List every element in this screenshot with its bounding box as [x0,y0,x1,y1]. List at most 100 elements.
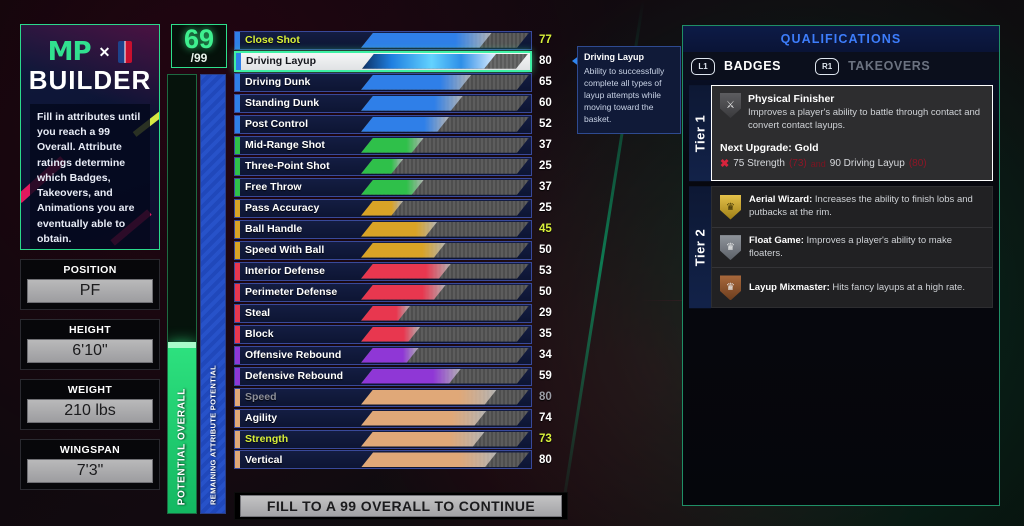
mp-builder-card: MP ✕ BUILDER Fill in attributes until yo… [20,24,160,250]
info-card-weight[interactable]: WEIGHT 210 lbs [20,379,160,430]
attribute-row[interactable]: Vertical 80 [234,450,572,471]
attribute-chip[interactable]: Agility [234,408,532,428]
potential-overall-meter: POTENTIAL OVERALL [167,74,197,514]
overall-max: /99 [190,51,208,65]
meter-glow [168,342,196,349]
badge-row[interactable]: ♛ Aerial Wizard: Increases the ability to… [712,187,992,228]
attribute-chip[interactable]: Driving Layup [234,50,532,72]
attribute-row[interactable]: Driving Layup 80 [234,50,580,72]
attribute-chip[interactable]: Free Throw [234,177,532,197]
attribute-row[interactable]: Ball Handle 45 [234,219,572,240]
attribute-row[interactable]: Standing Dunk 60 [234,93,572,114]
r1-bumper-icon[interactable]: R1 [815,57,840,75]
badge-card-physical-finisher[interactable]: ⚔ Physical Finisher Improves a player's … [711,85,993,182]
attribute-chip[interactable]: Speed With Ball [234,240,532,260]
attribute-chip[interactable]: Block [234,324,532,344]
requirement-2-current: (80) [908,158,927,170]
attribute-track [361,75,529,90]
tier1-body: ⚔ Physical Finisher Improves a player's … [711,85,993,182]
attribute-row[interactable]: Speed With Ball 50 [234,240,572,261]
attribute-row[interactable]: Interior Defense 53 [234,261,572,282]
tier2-badge-list: ♛ Aerial Wizard: Increases the ability to… [711,186,993,309]
badge-name: Float Game: [749,234,804,246]
qualifications-tabs[interactable]: L1 BADGES R1 TAKEOVERS [683,52,999,80]
attribute-name: Perimeter Defense [245,286,338,299]
attribute-track [361,33,529,48]
attribute-chip[interactable]: Vertical [234,450,532,470]
info-card-label: HEIGHT [68,324,112,336]
overall-meter-column: 69 /99 POTENTIAL OVERALL REMAINING ATTRI… [167,24,229,514]
attribute-chip[interactable]: Driving Dunk [234,72,532,92]
attribute-chip[interactable]: Defensive Rebound [234,366,532,386]
tab-badges[interactable]: BADGES [724,59,781,73]
attribute-row[interactable]: Offensive Rebound 34 [234,345,572,366]
mp-wordmark: MP [47,37,92,67]
continue-button[interactable]: FILL TO A 99 OVERALL TO CONTINUE [234,492,568,520]
attribute-chip[interactable]: Three-Point Shot [234,156,532,176]
attribute-row[interactable]: Defensive Rebound 59 [234,366,572,387]
attribute-chip[interactable]: Close Shot [234,30,532,50]
info-card-height[interactable]: HEIGHT 6'10" [20,319,160,370]
attribute-row[interactable]: Pass Accuracy 25 [234,198,572,219]
attribute-chip[interactable]: Strength [234,429,532,449]
attribute-row[interactable]: Three-Point Shot 25 [234,156,572,177]
nba-logo-icon [118,41,133,63]
attribute-row[interactable]: Perimeter Defense 50 [234,282,572,303]
attribute-name: Interior Defense [245,265,325,278]
attribute-name: Pass Accuracy [245,202,320,215]
badge-row[interactable]: ♛ Layup Mixmaster: Hits fancy layups at a… [712,268,992,307]
attribute-row[interactable]: Close Shot 77 [234,30,572,51]
attribute-track [361,348,529,363]
attribute-fill [361,138,424,153]
attribute-row[interactable]: Agility 74 [234,408,572,429]
attribute-track [361,411,529,426]
attribute-row[interactable]: Driving Dunk 65 [234,72,572,93]
attribute-name: Speed [245,391,277,404]
attribute-list[interactable]: Close Shot 77 Driving Layup 80 Driving Dunk 6… [234,30,580,486]
tab-takeovers[interactable]: TAKEOVERS [848,59,930,73]
attribute-name: Free Throw [245,181,302,194]
attribute-chip[interactable]: Standing Dunk [234,93,532,113]
badge-text: Float Game: Improves a player's ability … [749,235,984,261]
attribute-value: 50 [539,286,552,299]
attribute-value: 25 [539,160,552,173]
attribute-track [361,285,529,300]
attribute-chip[interactable]: Perimeter Defense [234,282,532,302]
next-upgrade-requirements: ✖ 75 Strength (73) and 90 Driving Layup … [720,157,984,170]
tier2-block: Tier 2 ♛ Aerial Wizard: Increases the abi… [689,186,993,309]
attribute-chip[interactable]: Pass Accuracy [234,198,532,218]
attribute-fill [361,306,410,321]
attribute-chip[interactable]: Interior Defense [234,261,532,281]
badge-name: Layup Mixmaster: [749,281,830,293]
attribute-name: Mid-Range Shot [245,139,325,152]
attribute-row[interactable]: Free Throw 37 [234,177,572,198]
attribute-row[interactable]: Steal 29 [234,303,572,324]
l1-bumper-icon[interactable]: L1 [691,57,715,75]
attribute-row[interactable]: Strength 73 [234,429,572,450]
info-card-wingspan[interactable]: WINGSPAN 7'3" [20,439,160,490]
attribute-track [361,138,529,153]
requirement-1-target: 75 Strength [733,158,785,170]
attribute-value: 25 [539,202,552,215]
attribute-row[interactable]: Speed 80 [234,387,572,408]
info-card-label: POSITION [63,264,117,276]
info-card-position[interactable]: POSITION PF [20,259,160,310]
attribute-chip[interactable]: Steal [234,303,532,323]
attribute-value: 45 [539,223,552,236]
attribute-row[interactable]: Mid-Range Shot 37 [234,135,572,156]
badge-row[interactable]: ♛ Float Game: Improves a player's ability… [712,228,992,269]
attribute-chip[interactable]: Speed [234,387,532,407]
attribute-row[interactable]: Post Control 52 [234,114,572,135]
attribute-value: 60 [539,97,552,110]
attribute-name: Strength [245,433,289,445]
attribute-name: Steal [245,307,271,320]
attribute-row[interactable]: Block 35 [234,324,572,345]
attribute-chip[interactable]: Ball Handle [234,219,532,239]
attribute-fill [361,432,485,447]
attribute-chip[interactable]: Post Control [234,114,532,134]
attribute-name: Speed With Ball [245,244,325,257]
attribute-chip[interactable]: Offensive Rebound [234,345,532,365]
cross-icon: ✕ [98,43,111,60]
attribute-chip[interactable]: Mid-Range Shot [234,135,532,155]
attribute-value: 80 [539,55,552,68]
